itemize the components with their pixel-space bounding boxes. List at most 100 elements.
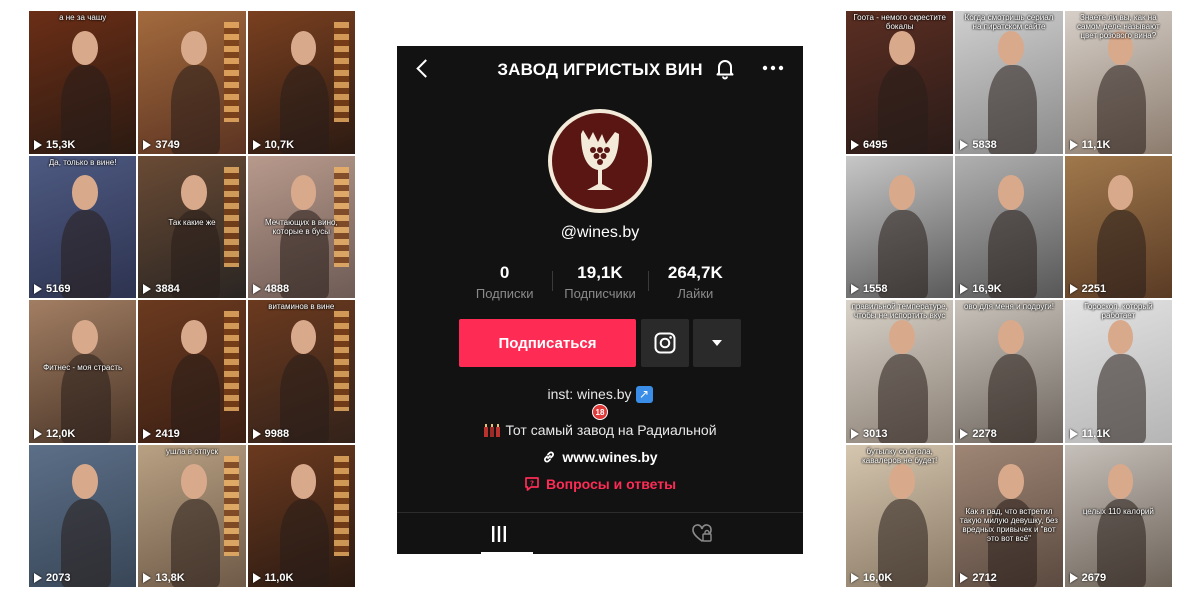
tab-videos[interactable] xyxy=(397,513,600,554)
play-icon xyxy=(1069,139,1078,150)
person-head xyxy=(888,319,915,355)
person-head xyxy=(71,319,98,355)
play-icon xyxy=(960,573,969,583)
thumbnail-caption: Гороскоп, который работает xyxy=(1084,302,1153,320)
person-head xyxy=(998,175,1024,210)
website-link-text: www.wines.by xyxy=(562,449,658,465)
video-thumbnail[interactable]: целых 110 калорий 2679 xyxy=(1064,444,1172,587)
view-count: 5169 xyxy=(34,283,70,295)
stat-label: Подписки xyxy=(475,286,534,301)
qa-link[interactable]: ? Вопросы и ответы xyxy=(397,476,803,492)
thumbnail-caption: Мечтающих в вино, которые в бусы xyxy=(264,218,338,237)
marquee-light-decoration xyxy=(224,455,240,556)
video-thumbnail[interactable]: витаминов в вине 9988 xyxy=(247,300,355,443)
view-count-text: 16,9K xyxy=(972,283,1002,295)
video-thumbnail[interactable]: Знаете ли вы, как на самом деле называют… xyxy=(1064,11,1172,154)
video-thumbnail[interactable]: 1558 xyxy=(846,155,954,298)
stats-row: 0 Подписки 19,1K Подписчики 264,7K Лайки xyxy=(457,263,743,307)
person-head xyxy=(888,464,915,499)
video-thumbnail[interactable]: а не за чашу 15,3K xyxy=(29,11,137,154)
view-count: 3749 xyxy=(143,139,180,151)
view-count: 2251 xyxy=(1069,283,1106,295)
play-icon xyxy=(34,284,42,294)
video-thumbnail[interactable]: Гороскоп, который работает 11,1K xyxy=(1064,300,1172,443)
video-thumbnail[interactable]: Так какие же 3884 xyxy=(138,155,246,298)
view-count: 11,1K xyxy=(1069,139,1110,151)
video-thumbnail[interactable]: 16,9K xyxy=(955,155,1063,298)
play-icon xyxy=(143,139,152,150)
play-icon xyxy=(252,573,261,583)
view-count-text: 2278 xyxy=(972,427,997,440)
view-count-text: 4888 xyxy=(264,283,290,295)
video-thumbnail[interactable]: Да, только в вине! 5169 xyxy=(29,155,137,298)
video-thumbnail[interactable]: 2073 xyxy=(29,444,137,587)
video-thumbnail[interactable]: Когда смотришь сериал на пиратском сайте… xyxy=(955,11,1063,154)
video-thumbnail[interactable]: Фитнес - моя страсть 12,0K xyxy=(29,300,137,443)
video-thumbnail[interactable]: Гоотa - немого скреститe бокалы 6495 xyxy=(846,11,954,154)
video-thumbnail[interactable]: 2419 xyxy=(138,300,246,443)
bottles-icon xyxy=(484,424,501,437)
play-icon xyxy=(252,428,261,439)
person-head xyxy=(888,30,915,66)
play-icon xyxy=(960,284,969,294)
video-thumbnail[interactable]: 2251 xyxy=(1064,155,1172,298)
view-count-text: 12,0K xyxy=(46,427,76,440)
suggested-accounts-dropdown[interactable] xyxy=(693,319,741,367)
play-icon xyxy=(851,428,859,439)
marquee-light-decoration xyxy=(333,22,349,123)
thumbnail-caption: Когда смотришь сериал на пиратском сайте xyxy=(964,13,1054,31)
subscribe-button[interactable]: Подписаться xyxy=(459,319,636,367)
view-count-text: 6495 xyxy=(863,138,888,151)
profile-screen: ЗАВОД ИГРИСТЫХ ВИН @wines.by 0 Подписки xyxy=(397,46,803,554)
person-head xyxy=(181,319,207,355)
website-link[interactable]: www.wines.by xyxy=(397,449,803,465)
play-icon xyxy=(960,428,969,439)
link-icon xyxy=(544,451,555,463)
video-thumbnail[interactable]: Как я рад, что встретил такую милую деву… xyxy=(955,444,1063,587)
video-thumbnail[interactable]: Мечтающих в вино, которые в бусы 4888 xyxy=(247,155,355,298)
left-video-grid: а не за чашу 15,3K 3749 10,7K Да, только в в… xyxy=(29,11,355,587)
grid-icon xyxy=(491,525,506,542)
view-count: 1558 xyxy=(851,283,887,295)
stat-value: 19,1K xyxy=(577,263,623,282)
person-head xyxy=(998,319,1024,355)
instagram-button[interactable] xyxy=(641,319,689,367)
play-icon xyxy=(143,428,152,439)
view-count-text: 2712 xyxy=(972,572,997,584)
bio-instagram-text: inst: wines.by xyxy=(547,386,632,402)
video-thumbnail[interactable]: 10,7K xyxy=(247,11,355,154)
person-head xyxy=(71,175,98,210)
thumbnail-caption: Фитнес - моя страсть xyxy=(43,362,123,372)
video-thumbnail[interactable]: бутылку со стола, кавалеров не будет! 16,… xyxy=(846,444,954,587)
view-count: 6495 xyxy=(851,139,887,151)
video-thumbnail[interactable]: 3749 xyxy=(138,11,246,154)
thumbnail-caption: ушла в отпуск xyxy=(166,446,218,456)
stat-following[interactable]: 0 Подписки xyxy=(457,263,552,307)
view-count-text: 3013 xyxy=(863,427,888,440)
view-count: 16,9K xyxy=(960,283,1002,295)
top-bar: ЗАВОД ИГРИСТЫХ ВИН xyxy=(397,46,803,90)
bio-line: Тот самый завод на Радиальной xyxy=(397,421,803,439)
stat-label: Лайки xyxy=(677,286,714,301)
avatar[interactable] xyxy=(548,109,652,213)
person-head xyxy=(71,464,98,499)
video-thumbnail[interactable]: ово для меня и подруги! 2278 xyxy=(955,300,1063,443)
thumbnail-caption: Так какие же xyxy=(168,218,216,228)
more-options-icon[interactable] xyxy=(761,56,785,80)
profile-tabs xyxy=(397,512,803,554)
video-thumbnail[interactable]: правильной температуре, чтобы не испорти… xyxy=(846,300,954,443)
bell-icon[interactable] xyxy=(713,56,737,80)
bio-description: Тот самый завод на Радиальной xyxy=(505,422,717,438)
view-count-text: 5169 xyxy=(46,283,71,295)
person-head xyxy=(888,175,915,210)
marquee-light-decoration xyxy=(224,311,240,412)
video-thumbnail[interactable]: 11,0K xyxy=(247,444,355,587)
tab-liked[interactable] xyxy=(600,513,803,554)
person-head xyxy=(181,175,207,210)
stat-followers[interactable]: 19,1K Подписчики xyxy=(552,263,647,307)
person-head xyxy=(1107,464,1134,499)
thumbnail-caption: целых 110 калорий xyxy=(1082,507,1154,517)
video-thumbnail[interactable]: ушла в отпуск 13,8K xyxy=(138,444,246,587)
thumbnail-caption: бутылку со стола, кавалеров не будет! xyxy=(862,446,938,465)
stat-likes[interactable]: 264,7K Лайки xyxy=(647,263,743,307)
